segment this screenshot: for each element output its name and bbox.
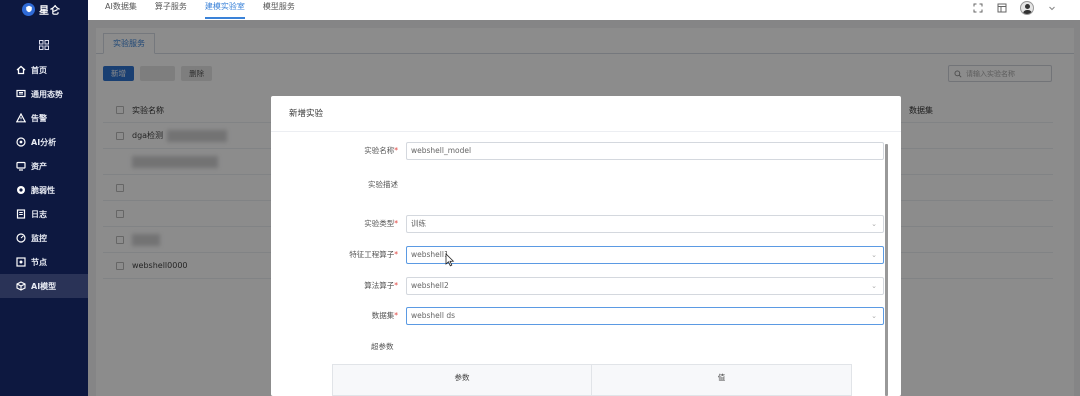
chevron-down-icon: ⌄: [871, 251, 877, 259]
param-col-header: 参数: [333, 365, 592, 395]
sidebar-item-label: 日志: [31, 209, 47, 219]
dialog-scrollbar[interactable]: [885, 144, 888, 396]
experiment-desc-textarea[interactable]: [406, 176, 884, 214]
home-icon: [15, 65, 26, 76]
sidebar-item-log[interactable]: 日志: [0, 202, 88, 226]
sidebar-item-label: 脆弱性: [31, 185, 55, 195]
sidebar-item-home[interactable]: 首页: [0, 58, 88, 82]
monitor-icon: [15, 89, 26, 100]
form-row-desc: 实验描述: [271, 176, 886, 214]
hyperparams-table: 参数 值: [332, 364, 852, 396]
brand-name: 星仑: [39, 5, 61, 17]
cube-icon: [15, 281, 26, 292]
sidebar-item-label: AI模型: [31, 281, 57, 291]
sidebar-item-asset[interactable]: 资产: [0, 154, 88, 178]
sidebar-item-vulnerability[interactable]: 脆弱性: [0, 178, 88, 202]
sidebar-item-monitor[interactable]: 监控: [0, 226, 88, 250]
menu-grid-icon[interactable]: [0, 35, 88, 55]
brand[interactable]: 星仑: [0, 0, 88, 18]
sidebar-item-ai-model[interactable]: AI模型: [0, 274, 88, 298]
form-row-type: 实验类型* 训练 ⌄: [271, 215, 886, 233]
dataset-label: 数据集*: [371, 311, 398, 320]
sidebar: 星仑 首页 通用态势 告警 AI分析 资产 脆弱性 日志 监控 节点 AI模型: [0, 0, 88, 396]
new-experiment-dialog: 新增实验 实验名称* webshell_model 实验描述 实验类型* 训练 ⌄…: [271, 96, 901, 396]
hyperparams-label: 超参数: [371, 342, 394, 351]
experiment-type-select[interactable]: 训练 ⌄: [406, 215, 884, 233]
sidebar-item-label: 节点: [31, 257, 47, 267]
tab-model-service[interactable]: 模型服务: [263, 0, 295, 20]
sidebar-menu: 首页 通用态势 告警 AI分析 资产 脆弱性 日志 监控 节点 AI模型: [0, 58, 88, 298]
sidebar-item-situation[interactable]: 通用态势: [0, 82, 88, 106]
node-icon: [15, 257, 26, 268]
dialog-title: 新增实验: [271, 96, 901, 132]
feature-label: 特征工程算子*: [349, 250, 398, 259]
name-label: 实验名称*: [364, 146, 398, 155]
shield-logo-icon: [22, 2, 35, 16]
type-label: 实验类型*: [364, 219, 398, 228]
sidebar-item-label: 告警: [31, 113, 47, 123]
asset-icon: [15, 161, 26, 172]
tab-ai-dataset[interactable]: AI数据集: [105, 0, 137, 20]
fullscreen-icon[interactable]: [972, 2, 984, 14]
header-actions: [972, 1, 1058, 15]
mouse-cursor-icon: [445, 253, 455, 267]
form-row-algo: 算法算子* webshell2 ⌄: [271, 277, 886, 295]
log-icon: [15, 209, 26, 220]
value-col-header: 值: [717, 373, 726, 382]
sidebar-item-label: AI分析: [31, 137, 57, 147]
ai-icon: [15, 137, 26, 148]
vulnerability-icon: [15, 185, 26, 196]
sidebar-item-label: 资产: [31, 161, 47, 171]
sidebar-item-alert[interactable]: 告警: [0, 106, 88, 130]
experiment-name-input[interactable]: webshell_model: [406, 142, 884, 160]
top-header: AI数据集 算子服务 建模实验室 模型服务: [88, 0, 1080, 20]
sidebar-item-ai-analysis[interactable]: AI分析: [0, 130, 88, 154]
form-row-feature: 特征工程算子* webshell1 ⌄: [271, 246, 886, 264]
tab-modeling-lab[interactable]: 建模实验室: [204, 0, 245, 19]
top-nav: AI数据集 算子服务 建模实验室 模型服务: [105, 0, 295, 20]
algo-label: 算法算子*: [364, 281, 398, 290]
layout-icon[interactable]: [996, 2, 1008, 14]
chevron-down-icon: ⌄: [871, 220, 877, 228]
form-row-name: 实验名称* webshell_model: [271, 142, 886, 160]
sidebar-item-node[interactable]: 节点: [0, 250, 88, 274]
warning-icon: [15, 113, 26, 124]
chevron-down-icon: ⌄: [871, 282, 877, 290]
form-row-dataset: 数据集* webshell ds ⌄: [271, 307, 886, 325]
feature-operator-select[interactable]: webshell1 ⌄: [406, 246, 884, 264]
dataset-select[interactable]: webshell ds ⌄: [406, 307, 884, 325]
tab-operator-service[interactable]: 算子服务: [155, 0, 187, 20]
chevron-down-icon: ⌄: [871, 312, 877, 320]
desc-label: 实验描述: [368, 180, 398, 189]
avatar[interactable]: [1020, 1, 1034, 15]
algorithm-operator-select[interactable]: webshell2 ⌄: [406, 277, 884, 295]
sidebar-item-label: 通用态势: [31, 89, 63, 99]
monitor-gauge-icon: [15, 233, 26, 244]
sidebar-item-label: 首页: [31, 65, 47, 75]
sidebar-item-label: 监控: [31, 233, 47, 243]
chevron-down-icon[interactable]: [1046, 2, 1058, 14]
